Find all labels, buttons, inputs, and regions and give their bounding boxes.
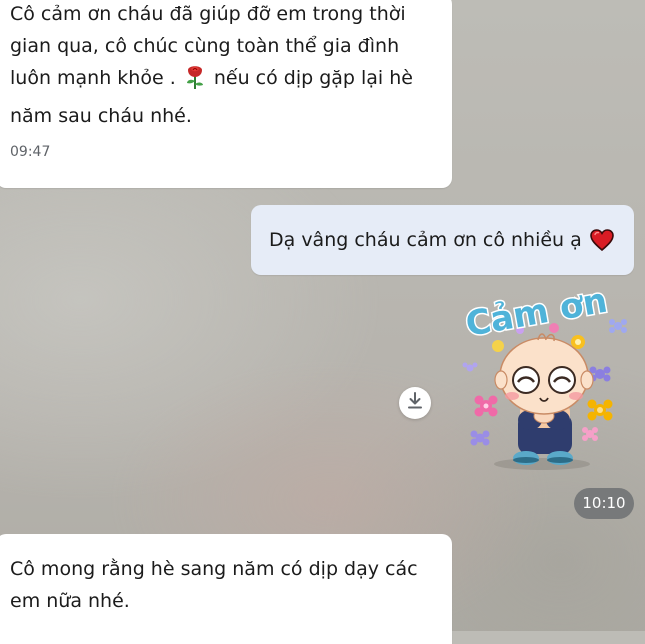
message-text: Cô mong rằng hè sang năm có dịp dạy các … (10, 558, 418, 612)
download-button[interactable] (399, 387, 431, 419)
download-icon (407, 392, 423, 414)
red-heart-icon (590, 229, 614, 261)
message-timestamp-pill: 10:10 (574, 488, 634, 519)
outgoing-message-bubble[interactable]: Dạ vâng cháu cảm ơn cô nhiều ạ (251, 205, 634, 275)
incoming-message-bubble[interactable]: Cô cảm ơn cháu đã giúp đỡ em trong thời … (0, 0, 452, 188)
message-text: Cô cảm ơn cháu đã giúp đỡ em trong thời … (10, 0, 438, 132)
sticker-caption: Cảm ơn (463, 282, 611, 345)
message-timestamp: 09:47 (10, 144, 51, 160)
message-text: Dạ vâng cháu cảm ơn cô nhiều ạ (269, 229, 582, 251)
chat-conversation: Cô cảm ơn cháu đã giúp đỡ em trong thời … (0, 0, 645, 644)
cam-on-sticker[interactable]: Cảm ơn (460, 279, 638, 474)
rose-icon (184, 64, 206, 100)
incoming-message-bubble[interactable]: Cô mong rằng hè sang năm có dịp dạy các … (0, 534, 452, 644)
